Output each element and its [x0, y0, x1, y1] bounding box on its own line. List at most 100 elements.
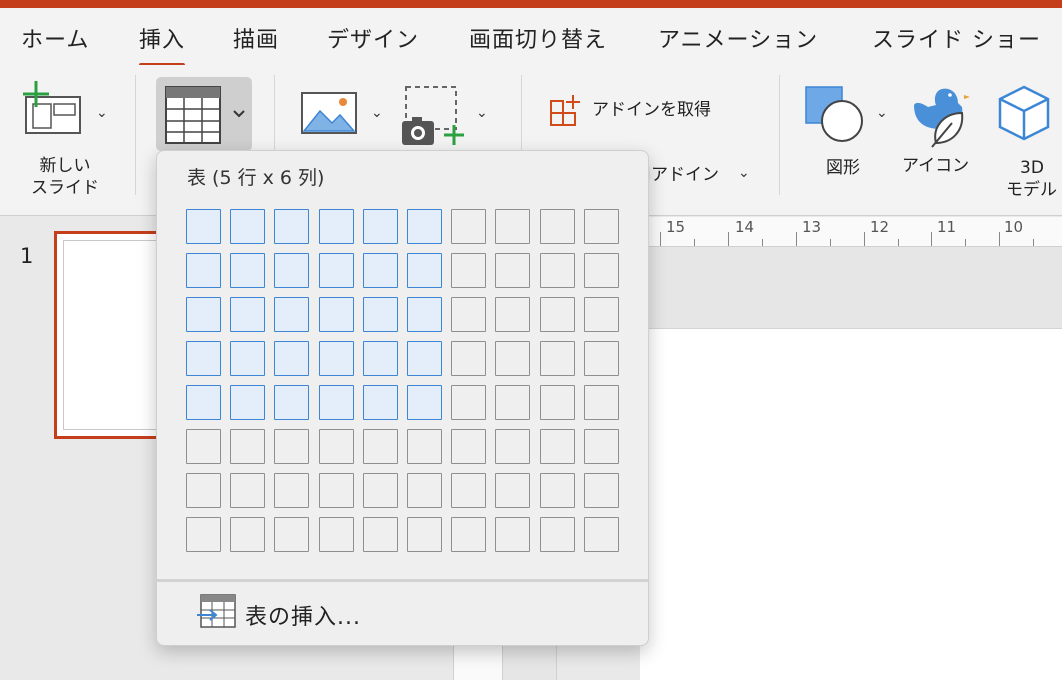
- table-grid-cell[interactable]: [495, 429, 530, 464]
- table-grid-cell[interactable]: [584, 473, 619, 508]
- table-grid-cell[interactable]: [540, 209, 575, 244]
- table-grid-cell[interactable]: [319, 385, 354, 420]
- table-grid-cell[interactable]: [319, 517, 354, 552]
- table-grid-cell[interactable]: [407, 517, 442, 552]
- cube-icon[interactable]: [996, 83, 1052, 143]
- tab-insert[interactable]: 挿入: [139, 22, 186, 67]
- table-grid-cell[interactable]: [274, 385, 309, 420]
- table-grid-cell[interactable]: [274, 473, 309, 508]
- table-grid-cell[interactable]: [363, 473, 398, 508]
- table-grid-cell[interactable]: [540, 429, 575, 464]
- table-grid-cell[interactable]: [495, 473, 530, 508]
- table-grid-cell[interactable]: [230, 473, 265, 508]
- table-grid-cell[interactable]: [319, 473, 354, 508]
- shapes-label[interactable]: 図形: [826, 157, 860, 179]
- table-grid-cell[interactable]: [495, 297, 530, 332]
- icons-icon[interactable]: [908, 83, 972, 149]
- table-grid-cell[interactable]: [319, 209, 354, 244]
- table-grid-cell[interactable]: [495, 517, 530, 552]
- table-grid-cell[interactable]: [540, 253, 575, 288]
- table-grid-cell[interactable]: [451, 209, 486, 244]
- new-slide-label[interactable]: 新しい スライド: [26, 155, 104, 199]
- table-grid-cell[interactable]: [230, 341, 265, 376]
- shapes-icon[interactable]: [804, 83, 870, 145]
- table-grid-cell[interactable]: [186, 253, 221, 288]
- table-grid-cell[interactable]: [407, 429, 442, 464]
- table-grid-cell[interactable]: [584, 517, 619, 552]
- table-grid-cell[interactable]: [230, 209, 265, 244]
- table-grid-cell[interactable]: [451, 341, 486, 376]
- table-grid-cell[interactable]: [584, 297, 619, 332]
- tab-slideshow[interactable]: スライド ショー: [872, 22, 1041, 54]
- table-grid-cell[interactable]: [407, 209, 442, 244]
- tab-transitions[interactable]: 画面切り替え: [469, 22, 607, 54]
- table-grid-cell[interactable]: [274, 253, 309, 288]
- pictures-chevron-icon[interactable]: ⌄: [371, 105, 383, 121]
- table-grid-cell[interactable]: [363, 517, 398, 552]
- icons-label[interactable]: アイコン: [902, 155, 969, 177]
- table-button[interactable]: [156, 77, 252, 151]
- table-grid-cell[interactable]: [451, 517, 486, 552]
- tab-animations[interactable]: アニメーション: [658, 22, 818, 54]
- table-grid-cell[interactable]: [451, 429, 486, 464]
- table-grid-cell[interactable]: [319, 297, 354, 332]
- table-grid-cell[interactable]: [319, 341, 354, 376]
- table-grid-cell[interactable]: [407, 385, 442, 420]
- my-addins-chevron-icon[interactable]: ⌄: [738, 165, 750, 181]
- table-grid-cell[interactable]: [274, 297, 309, 332]
- insert-table-menu-item[interactable]: 表の挿入...: [197, 591, 617, 631]
- table-grid-cell[interactable]: [540, 341, 575, 376]
- table-grid-cell[interactable]: [363, 341, 398, 376]
- table-grid-cell[interactable]: [407, 297, 442, 332]
- table-grid-cell[interactable]: [186, 473, 221, 508]
- 3d-models-label[interactable]: 3D モデル: [1006, 157, 1057, 201]
- table-grid-cell[interactable]: [274, 517, 309, 552]
- table-grid-cell[interactable]: [230, 385, 265, 420]
- table-grid-cell[interactable]: [451, 385, 486, 420]
- table-grid-cell[interactable]: [186, 297, 221, 332]
- table-grid-cell[interactable]: [584, 429, 619, 464]
- table-grid-cell[interactable]: [319, 253, 354, 288]
- table-grid-cell[interactable]: [451, 297, 486, 332]
- table-grid-cell[interactable]: [363, 209, 398, 244]
- table-grid-cell[interactable]: [186, 517, 221, 552]
- table-grid-cell[interactable]: [451, 473, 486, 508]
- table-grid-cell[interactable]: [274, 341, 309, 376]
- table-grid-cell[interactable]: [584, 385, 619, 420]
- table-grid-cell[interactable]: [495, 253, 530, 288]
- tab-home[interactable]: ホーム: [21, 22, 89, 54]
- addins-icon[interactable]: [547, 93, 583, 129]
- table-grid-cell[interactable]: [495, 341, 530, 376]
- table-grid-cell[interactable]: [540, 473, 575, 508]
- table-grid-cell[interactable]: [363, 429, 398, 464]
- table-grid-cell[interactable]: [407, 341, 442, 376]
- table-grid-cell[interactable]: [540, 297, 575, 332]
- table-grid-cell[interactable]: [230, 517, 265, 552]
- screenshot-icon[interactable]: [400, 83, 472, 149]
- table-grid-cell[interactable]: [451, 253, 486, 288]
- table-grid-cell[interactable]: [407, 473, 442, 508]
- get-addins-button[interactable]: アドインを取得: [592, 99, 711, 121]
- table-grid-cell[interactable]: [540, 385, 575, 420]
- slide-canvas[interactable]: [640, 329, 1062, 680]
- slide-thumbnail[interactable]: [54, 231, 164, 439]
- screenshot-chevron-icon[interactable]: ⌄: [476, 105, 488, 121]
- table-grid-cell[interactable]: [274, 429, 309, 464]
- table-grid-cell[interactable]: [186, 385, 221, 420]
- table-grid-cell[interactable]: [186, 429, 221, 464]
- table-grid-cell[interactable]: [495, 209, 530, 244]
- table-grid-cell[interactable]: [319, 429, 354, 464]
- table-grid-cell[interactable]: [230, 429, 265, 464]
- shapes-chevron-icon[interactable]: ⌄: [876, 105, 888, 121]
- tab-design[interactable]: デザイン: [327, 22, 419, 54]
- table-grid-cell[interactable]: [407, 253, 442, 288]
- table-grid-cell[interactable]: [274, 209, 309, 244]
- table-grid-cell[interactable]: [495, 385, 530, 420]
- table-grid-cell[interactable]: [363, 253, 398, 288]
- picture-icon[interactable]: [300, 89, 362, 137]
- table-grid-cell[interactable]: [584, 341, 619, 376]
- table-grid-cell[interactable]: [363, 297, 398, 332]
- new-slide-chevron-icon[interactable]: ⌄: [96, 105, 108, 121]
- table-grid-cell[interactable]: [230, 253, 265, 288]
- table-grid-cell[interactable]: [186, 209, 221, 244]
